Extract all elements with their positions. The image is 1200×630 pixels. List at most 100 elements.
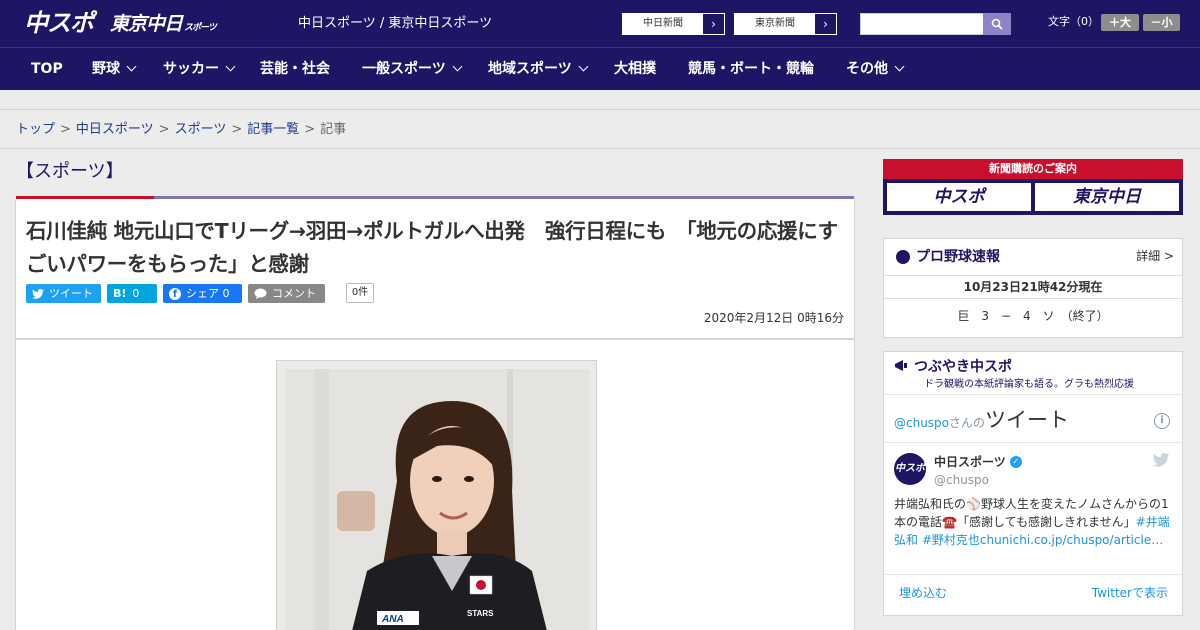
- breadcrumb-separator: >: [304, 122, 316, 137]
- nav-label: TOP: [31, 61, 63, 77]
- paper-link-label: 中日新聞: [623, 14, 703, 34]
- chunichi-shimbun-link[interactable]: 中日新聞 ›: [622, 13, 725, 35]
- divider: [884, 574, 1182, 575]
- nav-label: 競馬・ボート・競輪: [688, 61, 814, 77]
- tweet-account-handle[interactable]: @chuspo: [934, 471, 989, 489]
- baseball-widget-title-text: プロ野球速報: [916, 249, 1000, 265]
- nav-label: 地域スポーツ: [488, 61, 572, 77]
- breadcrumb-separator: >: [231, 122, 243, 137]
- baseball-score[interactable]: 巨 3 − 4 ソ （終了）: [884, 307, 1182, 325]
- breadcrumb-current: 記事: [320, 122, 347, 137]
- comment-label: コメント: [272, 287, 316, 300]
- tweets-handle-link[interactable]: @chuspo: [894, 416, 949, 430]
- subscription-ad[interactable]: 新聞購読のご案内 中スポ 東京中日: [883, 159, 1183, 215]
- comment-button[interactable]: コメント: [248, 284, 325, 303]
- tweets-heading-text: ツイート: [985, 408, 1070, 432]
- sub-band: [0, 90, 1200, 110]
- publish-date: 2020年2月12日 0時16分: [703, 311, 844, 325]
- ad-logo-tokyo-chunichi[interactable]: 東京中日: [1035, 183, 1179, 211]
- article-header: 石川佳純 地元山口でTリーグ→羽田→ポルトガルへ出発 強行日程にも 「地元の応援…: [15, 199, 855, 339]
- paper-link-label: 東京新聞: [735, 14, 815, 34]
- nav-label: 一般スポーツ: [362, 61, 446, 77]
- tweets-handle-suffix: さんの: [949, 416, 986, 430]
- tweet-body: 井端弘和氏の⚾野球人生を変えたノムさんからの1本の電話☎️「感謝しても感謝しきれ…: [894, 497, 1169, 529]
- tokyo-chunichi-logo[interactable]: 東京中日 スポーツ: [110, 10, 217, 42]
- info-icon[interactable]: i: [1154, 413, 1170, 429]
- tweet-label: ツイート: [49, 287, 93, 300]
- twitter-bird-icon: [32, 288, 44, 299]
- chevron-right-icon: ›: [815, 14, 836, 34]
- tweet-account-name[interactable]: 中日スポーツ ✓: [934, 453, 1022, 471]
- subscription-ad-title: 新聞購読のご案内: [989, 162, 1077, 175]
- comment-count: 0件: [346, 283, 374, 303]
- nav-item-soccer[interactable]: サッカー: [163, 48, 236, 91]
- twitter-widget-subtitle: ドラ観戦の本紙評論家も語る。グラも熱烈応援: [924, 379, 1134, 390]
- search-button[interactable]: [983, 13, 1011, 35]
- hatena-bookmark-button[interactable]: B! 0: [107, 284, 157, 303]
- nav-item-general-sports[interactable]: 一般スポーツ: [362, 48, 463, 91]
- section-label: 【スポーツ】: [16, 161, 124, 182]
- font-larger-button[interactable]: ＋大: [1101, 14, 1139, 31]
- chevron-down-icon: [578, 61, 589, 72]
- nav-label: 芸能・社会: [260, 61, 330, 77]
- speech-bubble-icon: [254, 288, 267, 299]
- tweet-account-name-text: 中日スポーツ: [934, 455, 1006, 469]
- breadcrumb-link[interactable]: スポーツ: [175, 122, 227, 137]
- verified-icon: ✓: [1009, 456, 1022, 468]
- site-names: 中日スポーツ / 東京中日スポーツ: [298, 16, 493, 31]
- article-photo: ANA STARS: [276, 360, 597, 630]
- nav-item-sumo[interactable]: 大相撲: [614, 48, 656, 91]
- nav-item-baseball[interactable]: 野球: [92, 48, 137, 91]
- breadcrumb-separator: >: [158, 122, 170, 137]
- font-smaller-button[interactable]: －小: [1143, 14, 1180, 31]
- chevron-right-icon: ›: [703, 14, 724, 34]
- chevron-down-icon: [452, 61, 463, 72]
- twitter-widget-title-text: つぶやき中スポ: [914, 359, 1012, 375]
- divider: [884, 442, 1182, 443]
- breadcrumb-link[interactable]: トップ: [16, 122, 55, 137]
- nav-label: 大相撲: [614, 61, 656, 77]
- breadcrumb-bar: トップ > 中日スポーツ > スポーツ > 記事一覧 > 記事: [0, 111, 1200, 149]
- baseball-widget-title: プロ野球速報: [896, 247, 1000, 267]
- article-body: ANA STARS: [15, 339, 855, 630]
- ad-logo-chuspo[interactable]: 中スポ: [887, 183, 1031, 211]
- nav-label: その他: [846, 61, 888, 77]
- chevron-down-icon: [126, 61, 137, 72]
- tokyo-shimbun-link[interactable]: 東京新聞 ›: [734, 13, 837, 35]
- view-on-twitter-link[interactable]: Twitterで表示: [1092, 584, 1168, 602]
- embed-link[interactable]: 埋め込む: [899, 584, 947, 602]
- breadcrumb-separator: >: [60, 122, 71, 137]
- nav-item-entertainment[interactable]: 芸能・社会: [260, 48, 330, 91]
- breadcrumb-link[interactable]: 記事一覧: [247, 122, 299, 137]
- hatena-icon: B!: [113, 287, 127, 300]
- athlete-photo-illustration: ANA STARS: [277, 361, 596, 630]
- chuspo-logo[interactable]: 中スポ: [24, 8, 94, 38]
- tweet-button[interactable]: ツイート: [26, 284, 101, 303]
- facebook-share-label: シェア 0: [186, 287, 230, 300]
- svg-text:ANA: ANA: [381, 614, 404, 625]
- chevron-down-icon: [894, 61, 905, 72]
- svg-text:STARS: STARS: [467, 609, 494, 618]
- breadcrumb: トップ > 中日スポーツ > スポーツ > 記事一覧 > 記事: [16, 121, 346, 139]
- nav-item-local-sports[interactable]: 地域スポーツ: [488, 48, 589, 91]
- twitter-widget-title: つぶやき中スポ: [894, 358, 1012, 376]
- top-header: 中スポ 東京中日 スポーツ 中日スポーツ / 東京中日スポーツ 中日新聞 › 東京…: [0, 0, 1200, 47]
- baseball-detail-link[interactable]: 詳細 >: [1136, 247, 1174, 265]
- facebook-share-button[interactable]: f シェア 0: [163, 284, 242, 303]
- facebook-icon: f: [169, 287, 181, 300]
- tweets-heading: @chuspoさんのツイート: [894, 408, 1069, 435]
- baseball-update-time: 10月23日21時42分現在: [884, 275, 1182, 299]
- avatar[interactable]: 中スポ: [894, 453, 926, 485]
- divider: [884, 394, 1182, 395]
- tokyo-logo-small: スポーツ: [184, 23, 217, 33]
- nav-item-other[interactable]: その他: [846, 48, 905, 91]
- nav-item-racing[interactable]: 競馬・ボート・競輪: [688, 48, 814, 91]
- twitter-bird-icon[interactable]: [1152, 453, 1170, 467]
- tokyo-logo-text: 東京中日: [110, 13, 183, 35]
- search-input[interactable]: [860, 13, 984, 35]
- main-nav: TOP 野球 サッカー 芸能・社会 一般スポーツ 地域スポーツ 大相撲 競馬・ボ…: [0, 47, 1200, 90]
- nav-item-top[interactable]: TOP: [31, 48, 63, 91]
- baseball-scores-widget: プロ野球速報 詳細 > 10月23日21時42分現在 巨 3 − 4 ソ （終了…: [883, 238, 1183, 338]
- article-headline: 石川佳純 地元山口でTリーグ→羽田→ポルトガルへ出発 強行日程にも 「地元の応援…: [26, 219, 838, 276]
- breadcrumb-link[interactable]: 中日スポーツ: [76, 122, 154, 137]
